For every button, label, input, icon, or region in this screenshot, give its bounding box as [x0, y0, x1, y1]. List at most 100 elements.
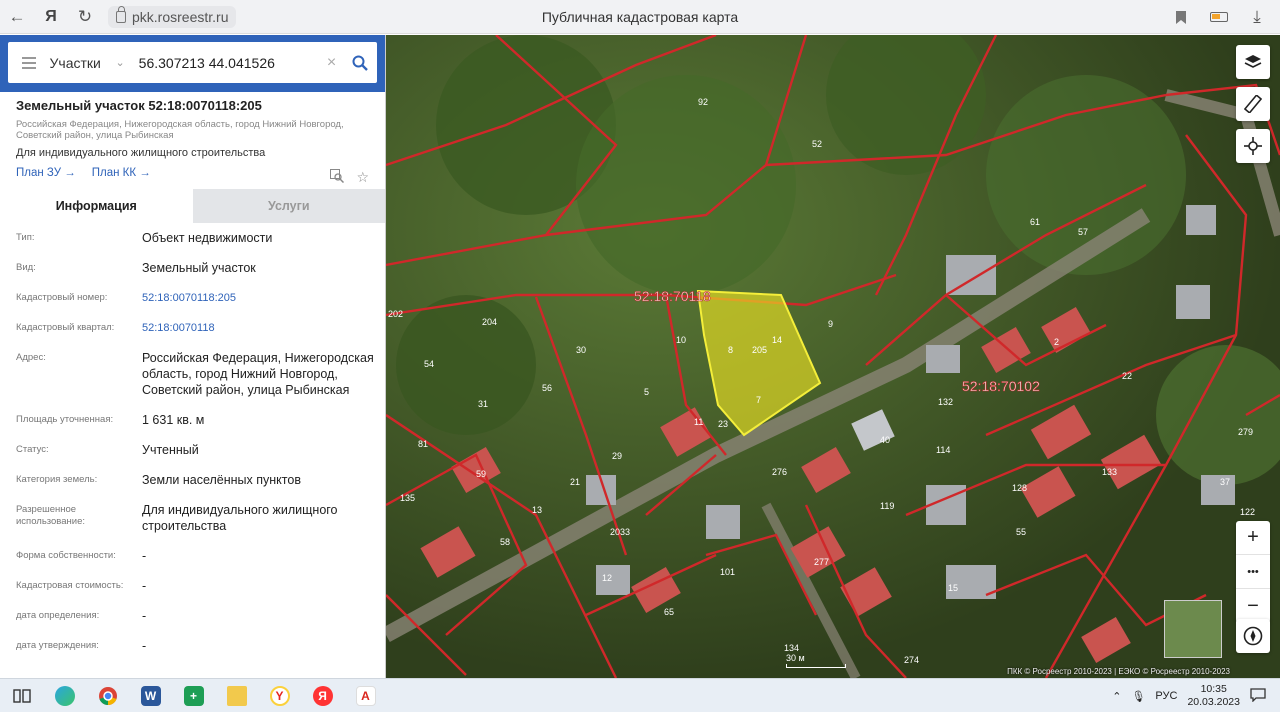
- map-label-204: 204: [482, 317, 497, 327]
- star-icon[interactable]: ☆: [356, 169, 369, 186]
- map-label-15: 15: [948, 583, 958, 593]
- minimap[interactable]: [1164, 600, 1222, 658]
- bookmark-icon[interactable]: [1164, 0, 1198, 34]
- map-label-132: 132: [938, 397, 953, 407]
- arrow-right-icon: →: [64, 167, 76, 179]
- quarter-label-70102: 52:18:70102: [962, 378, 1040, 394]
- map-label-56: 56: [542, 383, 552, 393]
- info-row-cadastral-quarter: Кадастровый квартал: 52:18:0070118: [16, 313, 385, 343]
- microphone-icon[interactable]: 🎙: [1131, 690, 1145, 703]
- info-row-permitted-use: Разрешенное использование: Для индивидуа…: [16, 503, 338, 533]
- download-icon[interactable]: ⤓: [1240, 0, 1274, 34]
- info-row-date-approved: дата утверждения: -: [16, 639, 147, 653]
- map-label-52: 52: [812, 139, 822, 149]
- word-icon[interactable]: W: [129, 679, 172, 712]
- info-panel: Участки ⌄ × Земельный участок 52:18:0070…: [0, 35, 386, 678]
- plan-zu-link[interactable]: План ЗУ →: [16, 167, 76, 179]
- chevron-up-icon[interactable]: ⌃: [1112, 690, 1121, 703]
- clear-icon[interactable]: ×: [320, 54, 344, 72]
- zoom-in-button[interactable]: +: [1236, 521, 1270, 555]
- map-label-11: 11: [694, 417, 703, 427]
- map-label-31: 31: [478, 399, 488, 409]
- cadastral-map[interactable]: 205 8 14 7 9 10 5 11 23 2 30 204 54 31 5…: [386, 35, 1280, 678]
- zoom-controls: + ••• −: [1236, 521, 1270, 623]
- task-view-icon[interactable]: [0, 679, 43, 712]
- locate-button[interactable]: [1236, 129, 1270, 163]
- edge-icon[interactable]: [43, 679, 86, 712]
- reload-icon[interactable]: ↻: [68, 0, 102, 34]
- info-row-land-category: Категория земель: Земли населённых пункт…: [16, 473, 301, 487]
- info-row-type: Тип: Объект недвижимости: [16, 231, 273, 245]
- url-text: pkk.rosreestr.ru: [132, 8, 229, 25]
- map-label-119: 119: [880, 501, 894, 511]
- layers-icon: [1244, 55, 1262, 68]
- compass-button[interactable]: [1236, 619, 1270, 653]
- sheets-icon[interactable]: +: [172, 679, 215, 712]
- map-label-101: 101: [720, 567, 735, 577]
- map-attribution: ПКК © Росреестр 2010-2023 | ЕЭКО © Росре…: [1007, 667, 1230, 676]
- search-icon: [352, 55, 369, 71]
- layer-select[interactable]: Участки ⌄: [50, 55, 133, 71]
- map-label-61: 61: [1030, 217, 1040, 227]
- cadastral-quarter-link[interactable]: 52:18:0070118: [142, 320, 385, 336]
- info-row-address: Адрес: Российская Федерация, Нижегородск…: [16, 351, 374, 397]
- map-label-10: 10: [676, 335, 686, 345]
- map-canvas[interactable]: 205 8 14 7 9 10 5 11 23 2 30 204 54 31 5…: [386, 35, 1280, 678]
- plan-kk-link[interactable]: План КК →: [92, 167, 151, 179]
- map-label-40: 40: [880, 435, 890, 445]
- info-row-cadastral-value: Кадастровая стоимость: -: [16, 579, 147, 593]
- zoom-more-button[interactable]: •••: [1236, 555, 1270, 589]
- language-indicator[interactable]: РУС: [1155, 690, 1177, 702]
- chrome-icon[interactable]: [86, 679, 129, 712]
- info-row-ownership: Форма собственности: -: [16, 549, 147, 563]
- tab-info[interactable]: Информация: [0, 189, 193, 223]
- map-label-128: 128: [1012, 483, 1027, 493]
- chevron-down-icon: ⌄: [115, 57, 125, 69]
- map-label-2: 2: [1054, 337, 1059, 347]
- tab-services[interactable]: Услуги: [192, 189, 385, 223]
- map-label-114: 114: [936, 445, 950, 455]
- map-label-133: 133: [1102, 467, 1117, 477]
- map-label-30: 30: [576, 345, 586, 355]
- map-label-274: 274: [904, 655, 919, 665]
- file-explorer-icon[interactable]: [215, 679, 258, 712]
- lock-icon: [116, 5, 126, 23]
- search-input[interactable]: [132, 54, 320, 71]
- map-label-23: 23: [718, 419, 728, 429]
- info-list: Тип: Объект недвижимости Вид: Земельный …: [0, 223, 385, 661]
- object-purpose: Для индивидуального жилищного строительс…: [16, 147, 266, 159]
- map-label-65: 65: [664, 607, 674, 617]
- compass-icon: [1243, 626, 1263, 646]
- pdf-icon[interactable]: A: [344, 679, 387, 712]
- cadastral-number-link[interactable]: 52:18:0070118:205: [142, 290, 385, 306]
- ruler-button[interactable]: [1236, 87, 1270, 121]
- locate-icon: [1244, 137, 1262, 155]
- layers-button[interactable]: [1236, 45, 1270, 79]
- yandex-icon[interactable]: Я: [301, 679, 344, 712]
- map-label-21: 21: [570, 477, 580, 487]
- map-label-8: 8: [728, 345, 733, 355]
- map-label-59: 59: [476, 469, 486, 479]
- yandex-logo-icon[interactable]: Я: [34, 0, 68, 34]
- map-label-29: 29: [612, 451, 622, 461]
- info-row-status: Статус: Учтенный: [16, 443, 199, 457]
- address-bar[interactable]: pkk.rosreestr.ru: [108, 5, 237, 28]
- search-button[interactable]: [343, 55, 377, 71]
- windows-taskbar: W + Y Я A ⌃ 🎙 РУС 10:35 20.03.2023: [0, 678, 1280, 712]
- clock[interactable]: 10:35 20.03.2023: [1187, 683, 1240, 709]
- notifications-icon[interactable]: [1250, 687, 1266, 705]
- map-label-2033: 2033: [610, 527, 630, 537]
- object-header: Земельный участок 52:18:0070118:205 Росс…: [0, 92, 385, 185]
- map-label-202: 202: [388, 309, 403, 319]
- map-label-22: 22: [1122, 371, 1132, 381]
- battery-icon: [1202, 0, 1236, 34]
- map-label-9: 9: [828, 319, 833, 329]
- back-arrow-icon[interactable]: ←: [0, 0, 34, 34]
- zoom-out-button[interactable]: −: [1236, 589, 1270, 623]
- info-row-area: Площадь уточненная: 1 631 кв. м: [16, 413, 205, 427]
- zoom-to-object-icon[interactable]: [330, 169, 345, 186]
- map-label-135: 135: [400, 493, 415, 503]
- yandex-browser-icon[interactable]: Y: [258, 679, 301, 712]
- map-label-57: 57: [1078, 227, 1088, 237]
- menu-icon[interactable]: [8, 56, 50, 69]
